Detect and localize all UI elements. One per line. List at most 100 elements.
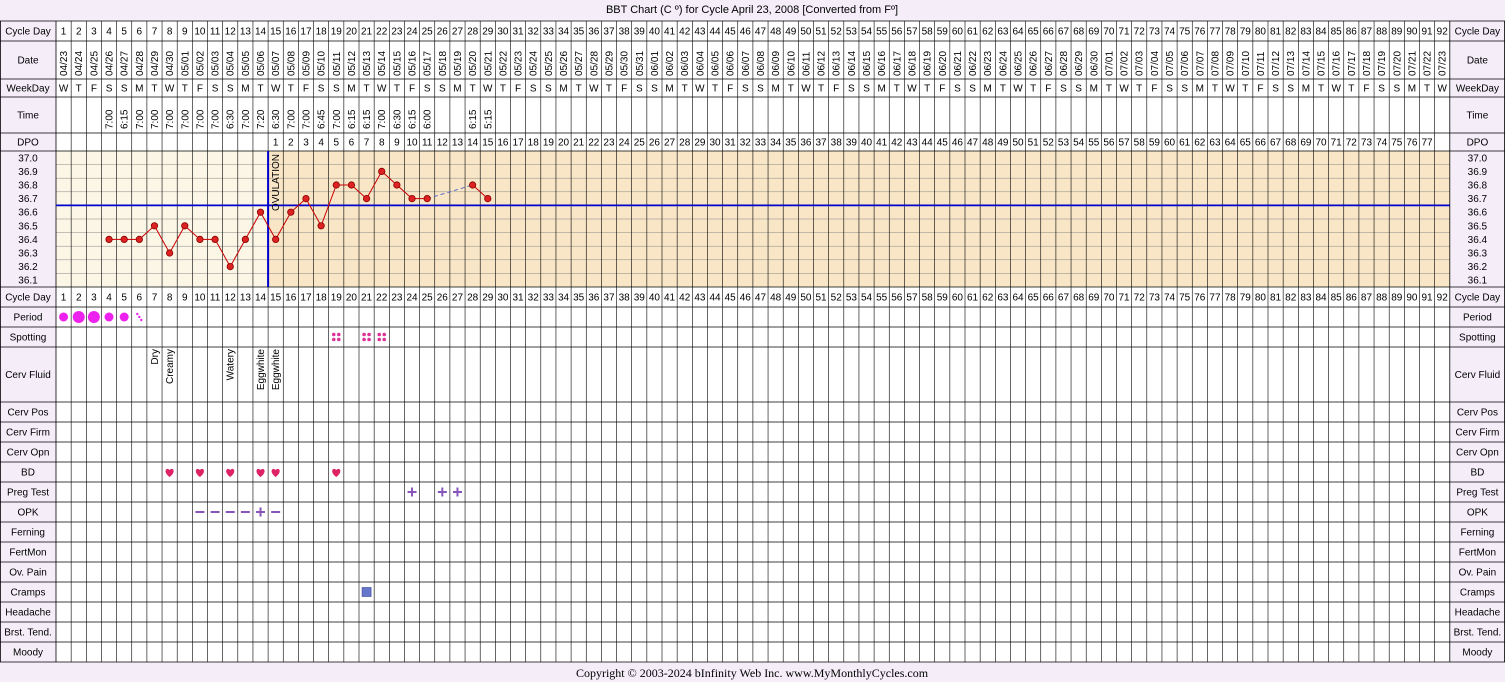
dpo-number: 73 bbox=[1361, 138, 1373, 149]
weekday-label: F bbox=[1363, 84, 1369, 95]
time-label: 6:15 bbox=[347, 109, 358, 129]
cycle-day-number: 86 bbox=[1346, 27, 1358, 38]
dpo-number: 24 bbox=[619, 138, 631, 149]
cycle-day-number: 58 bbox=[922, 27, 934, 38]
cycle-day-number: 82 bbox=[1285, 293, 1297, 304]
weekday-label: S bbox=[439, 84, 446, 95]
dpo-number: 45 bbox=[937, 138, 949, 149]
cycle-day-number: 71 bbox=[1119, 27, 1131, 38]
cycle-day-number: 13 bbox=[240, 27, 252, 38]
date-label: 06/12 bbox=[817, 51, 828, 76]
time-label: 7:00 bbox=[241, 109, 252, 129]
dpo-number: 16 bbox=[497, 138, 509, 149]
cycle-day-number: 24 bbox=[406, 27, 418, 38]
cycle-day-number: 3 bbox=[91, 27, 97, 38]
dpo-number: 35 bbox=[785, 138, 797, 149]
cycle-day-number: 33 bbox=[543, 27, 555, 38]
weekday-label: F bbox=[1045, 84, 1051, 95]
cycle-day-number: 9 bbox=[182, 293, 188, 304]
dpo-number: 6 bbox=[349, 138, 355, 149]
cycle-day-number: 48 bbox=[770, 27, 782, 38]
cycle-day-number: 25 bbox=[422, 293, 434, 304]
date-label: 05/12 bbox=[347, 51, 358, 76]
cycle-day-number: 16 bbox=[285, 27, 297, 38]
cycle-day-number: 34 bbox=[558, 293, 570, 304]
time-label: 7:00 bbox=[150, 109, 161, 129]
date-label: 06/20 bbox=[938, 51, 949, 76]
time-label: 6:30 bbox=[271, 109, 282, 129]
dpo-number: 12 bbox=[437, 138, 449, 149]
weekday-label: S bbox=[1181, 84, 1188, 95]
cycle-day-number: 28 bbox=[467, 27, 479, 38]
date-label: 07/17 bbox=[1347, 51, 1358, 76]
date-label: 06/02 bbox=[665, 51, 676, 76]
temp-point bbox=[272, 235, 280, 243]
cycle-day-number: 82 bbox=[1285, 27, 1297, 38]
weekday-label: T bbox=[288, 84, 294, 95]
weekday-label: S bbox=[121, 84, 128, 95]
cycle-day-number: 40 bbox=[649, 27, 661, 38]
date-label: 05/17 bbox=[423, 51, 434, 76]
weekday-label: S bbox=[1378, 84, 1385, 95]
cycle-day-number: 7 bbox=[152, 27, 158, 38]
dpo-number: 47 bbox=[967, 138, 979, 149]
date-label: 04/30 bbox=[165, 51, 176, 76]
temp-point bbox=[408, 195, 416, 203]
weekday-label: M bbox=[1302, 84, 1310, 95]
temp-point bbox=[256, 208, 265, 216]
weekday-label: S bbox=[742, 84, 749, 95]
cycle-day-number: 10 bbox=[194, 27, 206, 38]
cycle-day-number: 91 bbox=[1422, 27, 1434, 38]
cycle-day-number: 77 bbox=[1209, 293, 1221, 304]
weekday-label: S bbox=[1060, 84, 1067, 95]
cycle-day-number: 74 bbox=[1164, 27, 1176, 38]
dpo-number: 9 bbox=[394, 138, 400, 149]
cycle-day-number: 35 bbox=[573, 27, 585, 38]
cycle-day-number: 21 bbox=[361, 293, 373, 304]
y-tick-label: 36.4 bbox=[18, 235, 38, 246]
weekday-label: T bbox=[151, 84, 157, 95]
time-label: 7:00 bbox=[301, 109, 312, 129]
dpo-number: 10 bbox=[406, 138, 418, 149]
date-label: 05/24 bbox=[529, 51, 540, 76]
y-tick-label: 37.0 bbox=[18, 153, 38, 164]
row-label-ov_pain: Ov. Pain bbox=[9, 568, 47, 579]
dpo-number: 37 bbox=[816, 138, 828, 149]
dpo-number: 34 bbox=[770, 138, 782, 149]
date-label: 07/03 bbox=[1135, 51, 1146, 76]
cycle-day-number: 50 bbox=[800, 293, 812, 304]
date-label: 07/16 bbox=[1332, 51, 1343, 76]
y-tick-label-right: 36.4 bbox=[1468, 235, 1488, 246]
cycle-day-number: 9 bbox=[182, 27, 188, 38]
dpo-number: 54 bbox=[1073, 138, 1085, 149]
date-label: 05/06 bbox=[256, 51, 267, 76]
row-label-right-ferning: Ferning bbox=[1460, 528, 1494, 539]
weekday-label: W bbox=[907, 84, 917, 95]
dpo-number: 44 bbox=[922, 138, 934, 149]
dpo-number: 20 bbox=[558, 138, 570, 149]
dpo-number: 27 bbox=[664, 138, 676, 149]
cycle-day-number: 47 bbox=[755, 293, 767, 304]
cycle-day-number: 11 bbox=[210, 27, 221, 38]
cycle-day-number: 72 bbox=[1134, 293, 1146, 304]
cycle-day-number: 12 bbox=[225, 27, 237, 38]
weekday-label: M bbox=[984, 84, 992, 95]
date-label: 05/09 bbox=[301, 51, 312, 76]
cycle-day-number: 60 bbox=[952, 293, 964, 304]
ovulation-label: OVULATION bbox=[271, 154, 282, 211]
cycle-day-number: 65 bbox=[1028, 27, 1040, 38]
cycle-day-number: 67 bbox=[1058, 27, 1070, 38]
y-tick-label-right: 36.9 bbox=[1468, 167, 1488, 178]
date-label: 06/27 bbox=[1044, 51, 1055, 76]
cycle-day-number: 14 bbox=[255, 293, 267, 304]
spotting-dot bbox=[367, 332, 371, 337]
date-label: 06/09 bbox=[771, 51, 782, 76]
date-label: 07/04 bbox=[1150, 51, 1161, 76]
y-tick-label: 36.3 bbox=[18, 249, 38, 260]
weekday-label: M bbox=[665, 84, 673, 95]
dpo-number: 3 bbox=[303, 138, 309, 149]
weekday-label: T bbox=[76, 84, 82, 95]
weekday-label: T bbox=[1000, 84, 1006, 95]
weekday-label: S bbox=[954, 84, 961, 95]
date-label: 06/04 bbox=[695, 51, 706, 76]
